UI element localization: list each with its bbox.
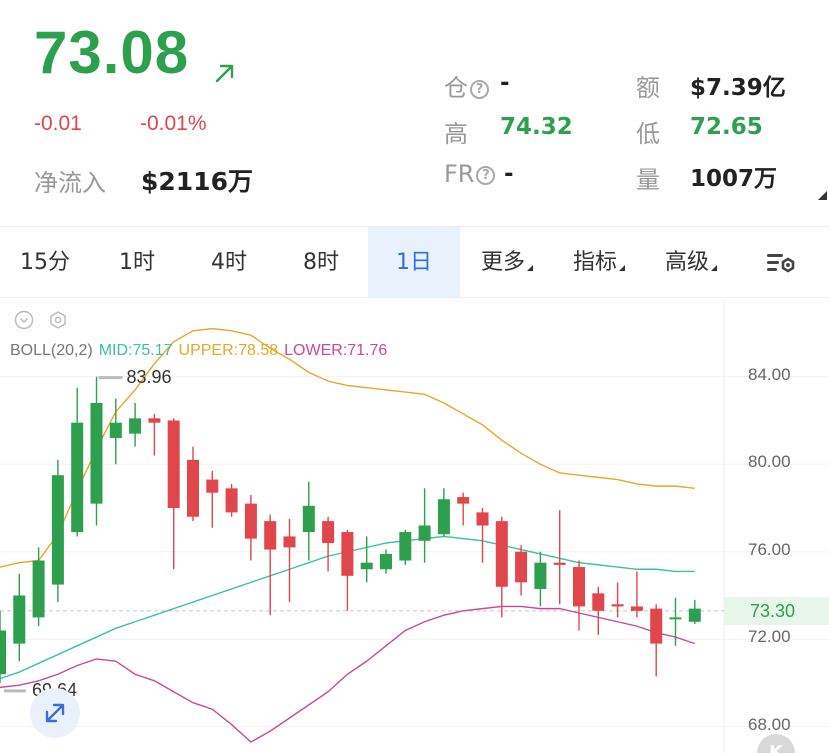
expand-diagonal-icon: [45, 703, 65, 723]
candle-body: [32, 560, 45, 618]
candle-body: [495, 521, 508, 587]
tab-1d[interactable]: 1日: [368, 227, 460, 298]
last-price-tag: 73.30: [750, 600, 796, 621]
candle-body: [611, 604, 624, 607]
candle-body: [380, 553, 392, 570]
candle-body: [341, 532, 354, 576]
netflow-value: $2116万: [141, 167, 253, 196]
candle-body: [129, 418, 142, 434]
boll-name: BOLL(20,2): [10, 342, 93, 359]
candle-body: [13, 595, 26, 644]
kline-chart-area[interactable]: BOLL(20,2) MID:75.17 UPPER:78.58 LOWER:71.7…: [0, 298, 829, 753]
candle-body: [244, 503, 257, 539]
quote-panel: 73.08 -0.01 -0.01% 净流入 $2116万 仓? - 额 $7.…: [0, 0, 829, 215]
candle-body: [148, 418, 161, 423]
last-price: 73.08: [34, 19, 190, 86]
expand-stats-toggle[interactable]: [818, 191, 827, 200]
candle-body: [322, 521, 335, 543]
dropdown-triangle-icon: [527, 265, 533, 271]
high-value: 74.32: [500, 114, 573, 140]
volume-value: 1007万: [690, 166, 778, 192]
candle-body: [225, 488, 238, 513]
candle-body: [51, 475, 64, 585]
candle-body: [302, 505, 315, 533]
candle-body: [457, 497, 470, 504]
boll-upper: UPPER:78.58: [178, 342, 279, 359]
candle-body: [167, 420, 180, 508]
volume-label: 量: [636, 166, 660, 194]
candle-body: [0, 630, 6, 675]
kline-chart[interactable]: [0, 298, 829, 753]
tab-15m[interactable]: 15分: [0, 227, 90, 298]
candle-body: [688, 608, 701, 622]
position-value: -: [500, 70, 510, 96]
low-label: 低: [636, 120, 660, 148]
y-tick-label: 84.00: [748, 364, 791, 384]
candle-body: [109, 422, 122, 438]
candle-body: [71, 422, 84, 533]
netflow-label: 净流入: [34, 169, 106, 197]
hexagon-settings-icon[interactable]: [48, 310, 68, 330]
tab-indicators[interactable]: 指标: [554, 227, 644, 298]
dropdown-triangle-icon: [619, 265, 625, 271]
tab-more[interactable]: 更多: [462, 227, 552, 298]
high-label: 高: [444, 120, 468, 148]
candle-body: [476, 512, 489, 526]
funding-rate-label: FR?: [444, 160, 496, 188]
y-tick-label: 68.00: [748, 714, 791, 734]
candle-body: [573, 567, 585, 607]
candle-body: [592, 593, 605, 611]
y-tick-label: 72.00: [748, 627, 791, 647]
low-value: 72.65: [690, 114, 763, 140]
high-marker-label: 83.96: [126, 366, 172, 387]
position-label: 仓?: [444, 68, 489, 103]
chart-settings-icon[interactable]: [764, 248, 798, 278]
candle-body: [515, 551, 528, 583]
tab-4h[interactable]: 4时: [184, 227, 274, 298]
dropdown-triangle-icon: [711, 265, 717, 271]
y-tick-label: 76.00: [748, 539, 791, 559]
candle-body: [534, 562, 547, 589]
y-tick-label: 80.00: [748, 452, 791, 472]
candle-body: [437, 499, 450, 535]
candle-body: [553, 562, 566, 565]
tab-8h[interactable]: 8时: [276, 227, 366, 298]
candle-body: [90, 403, 103, 504]
boll-legend: BOLL(20,2) MID:75.17 UPPER:78.58 LOWER:71.7…: [10, 342, 387, 360]
tab-1h[interactable]: 1时: [92, 227, 182, 298]
last-price-badge: 73.30: [724, 596, 829, 625]
help-icon[interactable]: ?: [476, 166, 496, 185]
candle-body: [630, 606, 643, 611]
timeframe-tabbar: 15分 1时 4时 8时 1日 更多 指标 高级: [0, 226, 829, 298]
help-icon[interactable]: ?: [470, 80, 489, 99]
funding-rate-value: -: [504, 161, 514, 187]
boll-lower-line: [0, 605, 696, 743]
candle-body: [360, 562, 373, 570]
candle-body: [206, 479, 219, 493]
candle-body: [187, 459, 199, 517]
expand-chart-button[interactable]: [30, 688, 80, 738]
candle-body: [283, 536, 296, 548]
candle-body: [669, 617, 682, 620]
boll-lower: LOWER:71.76: [284, 342, 388, 359]
candle-body: [650, 608, 663, 644]
candle-body: [399, 532, 412, 561]
boll-mid: MID:75.17: [98, 342, 173, 359]
candle-body: [264, 521, 277, 550]
turnover-value: $7.39亿: [690, 75, 786, 101]
candle-body: [418, 525, 431, 541]
turnover-label: 额: [636, 74, 660, 102]
tab-advanced[interactable]: 高级: [646, 227, 736, 298]
arrow-up-right-icon: [215, 64, 234, 83]
change-percent: -0.01%: [140, 112, 207, 135]
chevron-down-circle-icon[interactable]: [14, 310, 34, 330]
change-absolute: -0.01: [34, 112, 82, 135]
